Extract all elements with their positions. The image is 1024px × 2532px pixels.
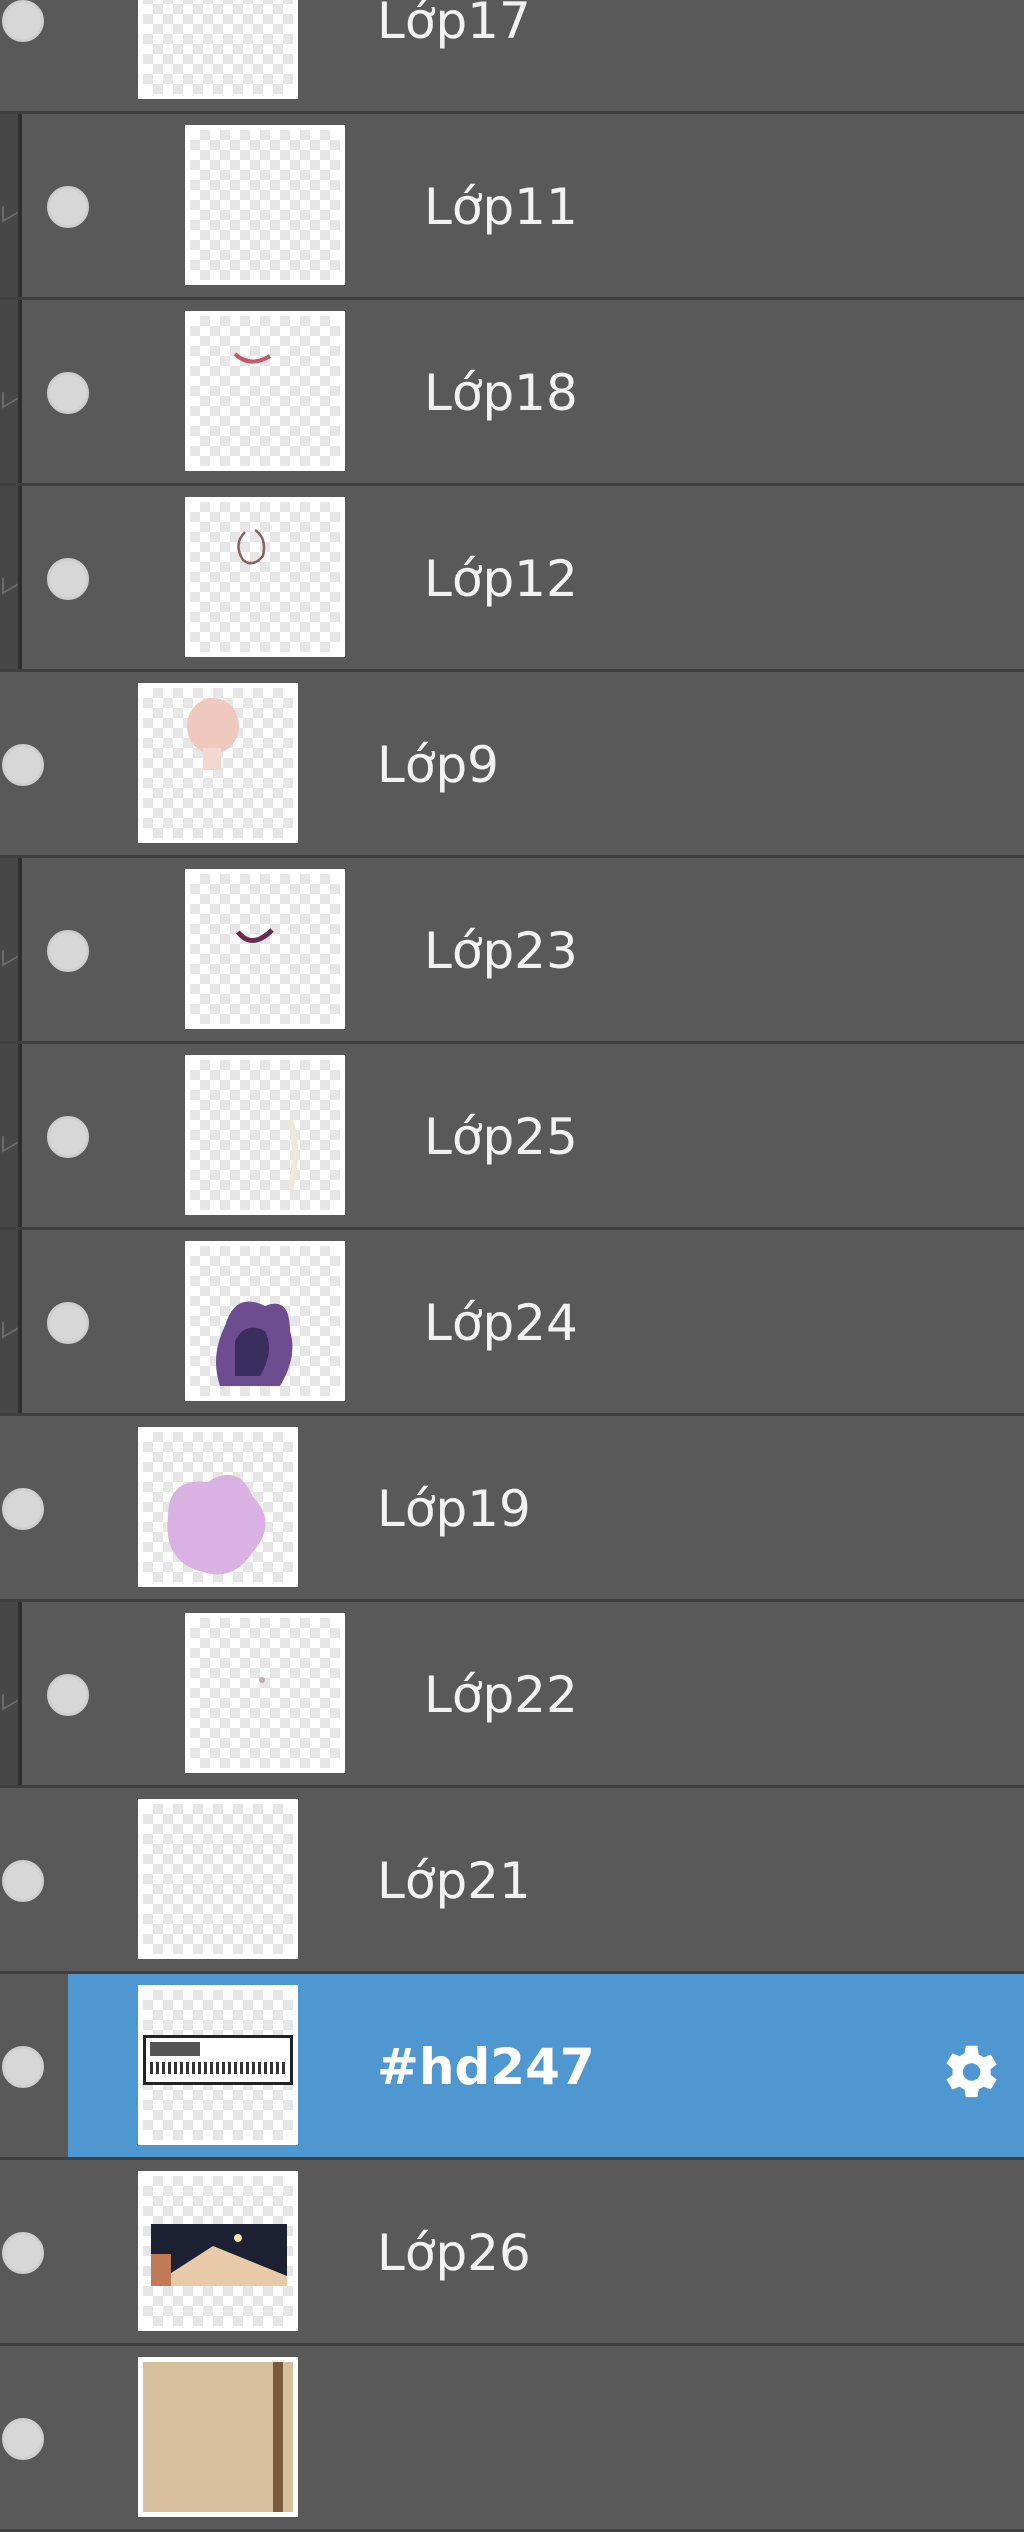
layer-row[interactable]: Lớp17: [0, 0, 1024, 114]
visibility-toggle-icon[interactable]: [2, 0, 44, 42]
visibility-toggle-icon[interactable]: [2, 2418, 44, 2460]
clip-arrow-icon: [2, 1127, 18, 1153]
layer-name[interactable]: Lớp21: [377, 1851, 531, 1911]
layer-row[interactable]: Lớp21: [0, 1788, 1024, 1974]
layer-thumbnail[interactable]: [138, 2357, 298, 2517]
clip-arrow-icon: [2, 1313, 18, 1339]
visibility-toggle-icon[interactable]: [47, 1302, 89, 1344]
layer-thumbnail[interactable]: [138, 1985, 298, 2145]
layer-thumbnail[interactable]: [138, 1427, 298, 1587]
clipping-indicator: [0, 858, 22, 1041]
layer-row[interactable]: Lớp11: [0, 114, 1024, 300]
layer-thumbnail[interactable]: [185, 1613, 345, 1773]
layer-row[interactable]: Lớp23: [0, 858, 1024, 1044]
layer-name[interactable]: Lớp23: [424, 921, 578, 981]
layer-row[interactable]: Lớp12: [0, 486, 1024, 672]
layer-thumbnail[interactable]: [185, 1055, 345, 1215]
layer-thumbnail[interactable]: [138, 1799, 298, 1959]
visibility-toggle-icon[interactable]: [47, 930, 89, 972]
clipping-indicator: [0, 1230, 22, 1413]
layer-thumbnail[interactable]: [185, 125, 345, 285]
layer-thumbnail[interactable]: [138, 0, 298, 99]
clip-arrow-icon: [2, 1685, 18, 1711]
layer-thumbnail[interactable]: [185, 869, 345, 1029]
layer-name[interactable]: #hd247: [377, 2037, 595, 2097]
clipping-indicator: [0, 1044, 22, 1227]
layer-name[interactable]: Lớp19: [377, 1479, 531, 1539]
clipping-indicator: [0, 114, 22, 297]
layer-thumbnail[interactable]: [185, 311, 345, 471]
layer-thumbnail[interactable]: [185, 497, 345, 657]
layer-name[interactable]: Lớp9: [377, 735, 499, 795]
clipping-indicator: [0, 486, 22, 669]
visibility-toggle-icon[interactable]: [2, 2046, 44, 2088]
layer-name[interactable]: Lớp12: [424, 549, 578, 609]
clipping-indicator: [0, 300, 22, 483]
visibility-toggle-icon[interactable]: [2, 1488, 44, 1530]
layer-name[interactable]: Lớp22: [424, 1665, 578, 1725]
layer-row[interactable]: #hd247: [0, 1974, 1024, 2160]
layer-name[interactable]: Lớp17: [377, 0, 531, 51]
clip-arrow-icon: [2, 569, 18, 595]
layer-row[interactable]: Lớp18: [0, 300, 1024, 486]
gear-icon[interactable]: [934, 2037, 1004, 2107]
visibility-toggle-icon[interactable]: [47, 186, 89, 228]
visibility-toggle-icon[interactable]: [47, 372, 89, 414]
layer-row[interactable]: Lớp26: [0, 2160, 1024, 2346]
layer-row[interactable]: Lớp24: [0, 1230, 1024, 1416]
layer-name[interactable]: Lớp18: [424, 363, 578, 423]
layer-name[interactable]: Lớp24: [424, 1293, 578, 1353]
layer-row[interactable]: Lớp25: [0, 1044, 1024, 1230]
layer-row[interactable]: Lớp22: [0, 1602, 1024, 1788]
layer-name[interactable]: Lớp11: [424, 177, 578, 237]
visibility-toggle-icon[interactable]: [2, 1860, 44, 1902]
clipping-indicator: [0, 1602, 22, 1785]
clip-arrow-icon: [2, 383, 18, 409]
layer-row[interactable]: [0, 2346, 1024, 2532]
visibility-toggle-icon[interactable]: [47, 558, 89, 600]
clip-arrow-icon: [2, 197, 18, 223]
layers-panel: Lớp17 Lớp11 Lớp18 Lớp12 Lớp9 Lớp23 Lớp25 Lớp24 L…: [0, 0, 1024, 2532]
clip-arrow-icon: [2, 941, 18, 967]
visibility-toggle-icon[interactable]: [47, 1674, 89, 1716]
layer-row[interactable]: Lớp9: [0, 672, 1024, 858]
visibility-toggle-icon[interactable]: [2, 2232, 44, 2274]
visibility-toggle-icon[interactable]: [2, 744, 44, 786]
layer-thumbnail[interactable]: [185, 1241, 345, 1401]
layer-name[interactable]: Lớp26: [377, 2223, 531, 2283]
visibility-toggle-icon[interactable]: [47, 1116, 89, 1158]
layer-name[interactable]: Lớp25: [424, 1107, 578, 1167]
layer-thumbnail[interactable]: [138, 2171, 298, 2331]
layer-row[interactable]: Lớp19: [0, 1416, 1024, 1602]
layer-thumbnail[interactable]: [138, 683, 298, 843]
